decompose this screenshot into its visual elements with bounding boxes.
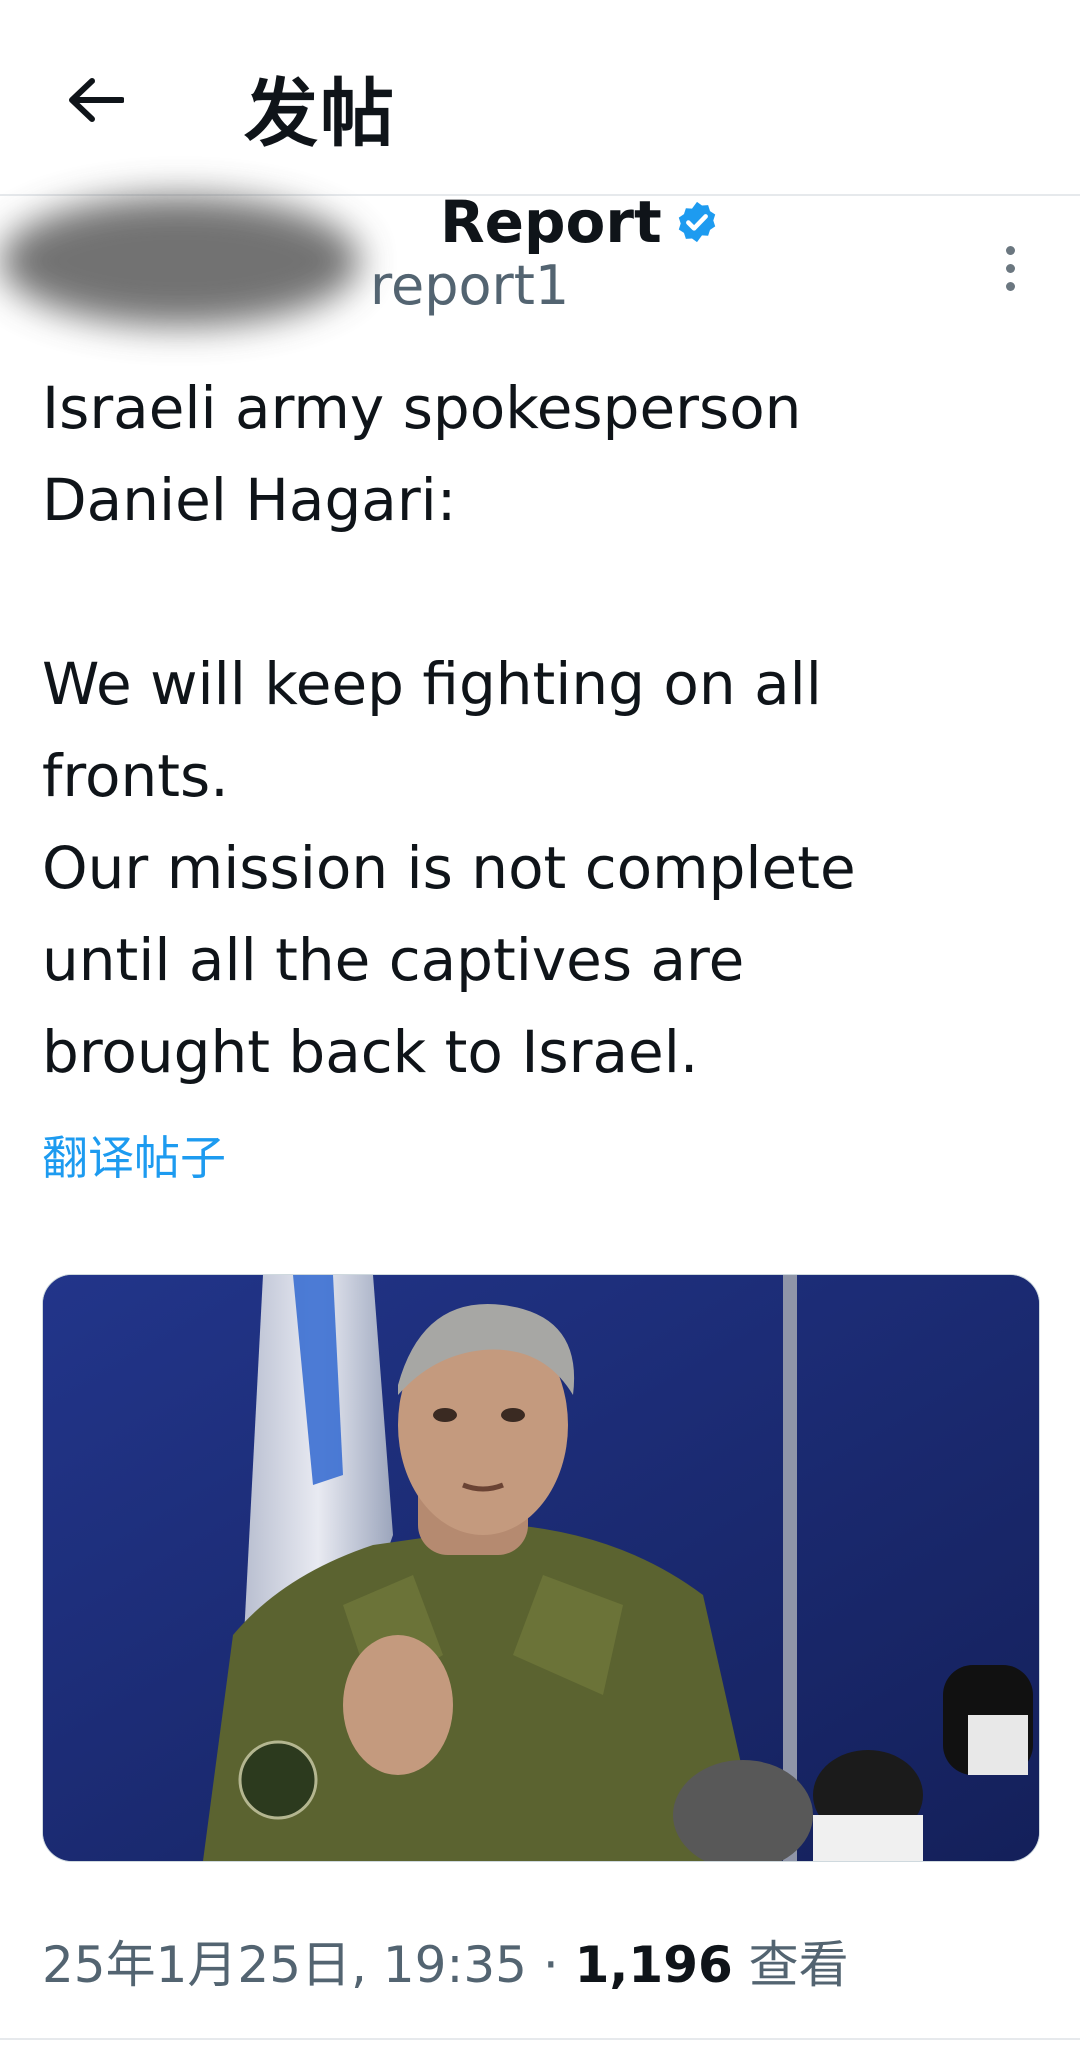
page-title: 发帖	[244, 71, 396, 157]
views-label: 查看	[732, 1936, 849, 1994]
more-vertical-icon	[1005, 245, 1015, 255]
divider	[0, 2038, 1080, 2040]
author-name[interactable]: Report	[440, 188, 720, 256]
more-dot	[1005, 263, 1015, 273]
views-count[interactable]: 1,196	[575, 1936, 733, 1994]
top-app-bar: 发帖	[0, 0, 1080, 196]
tweet-photo[interactable]	[42, 1274, 1040, 1862]
back-button[interactable]	[56, 60, 136, 140]
post-timestamp: 25年1月25日, 19:35	[42, 1936, 527, 1994]
post-meta: 25年1月25日, 19:35 · 1,196 查看	[42, 1925, 849, 1997]
translate-post-link[interactable]: 翻译帖子	[42, 1122, 226, 1188]
author-name-text: Report	[440, 188, 662, 256]
redacted-avatar	[0, 196, 360, 326]
more-dot	[1005, 281, 1015, 291]
verified-badge-icon	[678, 201, 715, 243]
author-row: Report report1	[0, 188, 1080, 346]
arrow-left-icon	[69, 78, 124, 122]
meta-separator: ·	[526, 1936, 575, 1994]
photo-illustration	[43, 1275, 1039, 1861]
author-handle[interactable]: report1	[370, 254, 569, 317]
tweet-text: Israeli army spokesperson Daniel Hagari:…	[42, 374, 856, 1086]
more-options-button[interactable]	[990, 228, 1030, 308]
